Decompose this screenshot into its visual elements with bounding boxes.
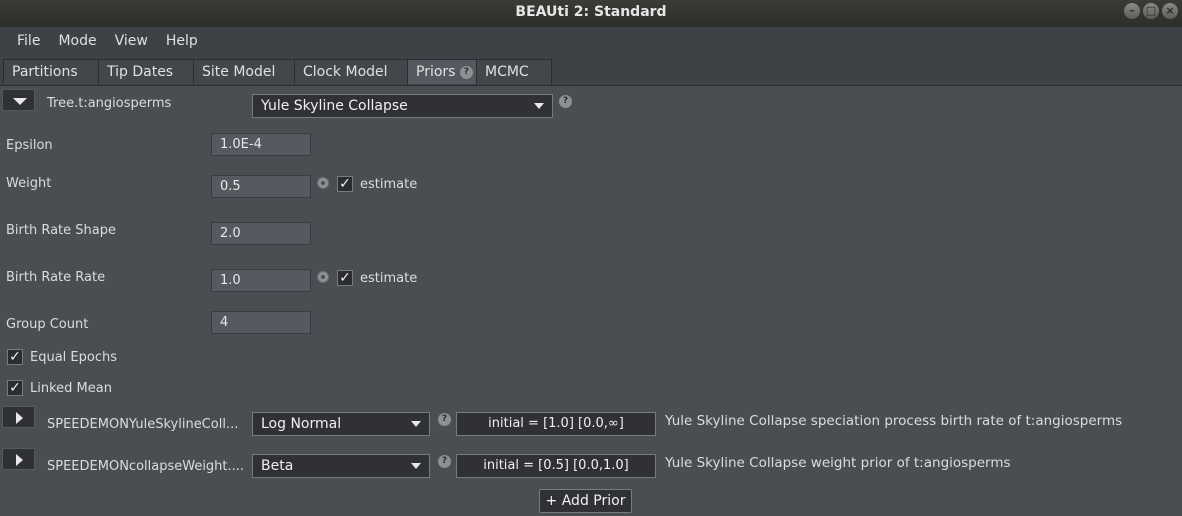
add-prior-button[interactable]: + Add Prior	[539, 489, 632, 513]
chevron-down-icon	[411, 463, 421, 469]
collapse-tree-button[interactable]	[2, 89, 35, 111]
prior-name: SPEEDEMONcollapseWeight....	[47, 459, 245, 474]
prior-distribution-select[interactable]: Beta	[252, 454, 430, 478]
prior-initial-button[interactable]: initial = [1.0] [0.0,∞]	[456, 412, 656, 436]
weight-estimate-checkbox[interactable]: ✓	[337, 176, 353, 192]
prior-description: Yule Skyline Collapse weight prior of t:…	[665, 455, 1011, 471]
prior-distribution-value: Log Normal	[261, 416, 342, 432]
equal-epochs-checkbox[interactable]: ✓	[7, 349, 23, 365]
linked-mean-checkbox[interactable]: ✓	[7, 380, 23, 396]
estimate-label: estimate	[360, 177, 418, 192]
linked-mean-label: Linked Mean	[30, 381, 112, 396]
birth-rate-rate-input[interactable]: 1.0	[211, 269, 311, 292]
minimize-icon[interactable]: –	[1124, 3, 1140, 19]
window-controls: – □ ×	[1124, 3, 1178, 19]
birth-rate-shape-input[interactable]: 2.0	[211, 222, 311, 245]
help-icon[interactable]: ?	[459, 65, 473, 79]
prior-initial-button[interactable]: initial = [0.5] [0.0,1.0]	[456, 454, 656, 478]
tab-label: MCMC	[485, 64, 529, 80]
triangle-right-icon	[16, 412, 23, 424]
edit-options-icon[interactable]	[317, 177, 329, 189]
window-titlebar: BEAUti 2: Standard – □ ×	[0, 0, 1182, 27]
prior-distribution-select[interactable]: Log Normal	[252, 412, 430, 436]
help-icon[interactable]: ?	[438, 413, 451, 426]
tab-label: Clock Model	[303, 64, 388, 80]
triangle-down-icon	[13, 98, 27, 105]
tab-label: Site Model	[202, 64, 276, 80]
menu-file[interactable]: File	[0, 33, 49, 49]
help-icon[interactable]: ?	[438, 455, 451, 468]
tab-label: Priors	[416, 64, 456, 80]
epsilon-input[interactable]: 1.0E-4	[211, 133, 311, 156]
group-count-input[interactable]: 4	[211, 311, 311, 334]
weight-label: Weight	[6, 176, 52, 191]
estimate-label: estimate	[360, 271, 418, 286]
epsilon-label: Epsilon	[6, 138, 53, 153]
tab-partitions[interactable]: Partitions	[3, 59, 99, 84]
edit-options-icon[interactable]	[317, 271, 329, 283]
window-title: BEAUti 2: Standard	[515, 4, 667, 20]
tree-prior-value: Yule Skyline Collapse	[261, 98, 408, 114]
menu-view[interactable]: View	[106, 33, 157, 49]
birth-rate-rate-label: Birth Rate Rate	[6, 270, 106, 285]
tree-prior-select[interactable]: Yule Skyline Collapse	[252, 94, 553, 118]
prior-distribution-value: Beta	[261, 458, 294, 474]
menu-bar: File Mode View Help	[0, 27, 1182, 55]
tree-label: Tree.t:angiosperms	[47, 96, 172, 111]
birth-rate-estimate-checkbox[interactable]: ✓	[337, 270, 353, 286]
tab-bar: Partitions Tip Dates Site Model Clock Mo…	[0, 55, 1182, 86]
chevron-down-icon	[534, 103, 544, 109]
triangle-right-icon	[16, 454, 23, 466]
expand-prior-button[interactable]	[2, 406, 35, 428]
group-count-label: Group Count	[6, 317, 89, 332]
chevron-down-icon	[411, 421, 421, 427]
close-icon[interactable]: ×	[1162, 3, 1178, 19]
tab-priors[interactable]: Priors ?	[407, 59, 477, 84]
equal-epochs-label: Equal Epochs	[30, 350, 117, 365]
tab-label: Tip Dates	[107, 64, 174, 80]
menu-help[interactable]: Help	[157, 33, 207, 49]
tab-label: Partitions	[12, 64, 78, 80]
prior-description: Yule Skyline Collapse speciation process…	[665, 413, 1123, 429]
tab-tip-dates[interactable]: Tip Dates	[98, 59, 194, 84]
maximize-icon[interactable]: □	[1143, 3, 1159, 19]
menu-mode[interactable]: Mode	[49, 33, 105, 49]
birth-rate-shape-label: Birth Rate Shape	[6, 223, 116, 238]
weight-input[interactable]: 0.5	[211, 175, 311, 198]
tab-site-model[interactable]: Site Model	[193, 59, 295, 84]
expand-prior-button[interactable]	[2, 448, 35, 470]
prior-name: SPEEDEMONYuleSkylineColl...	[47, 417, 239, 432]
tab-clock-model[interactable]: Clock Model	[294, 59, 408, 84]
tab-mcmc[interactable]: MCMC	[476, 59, 552, 84]
help-icon[interactable]: ?	[559, 95, 572, 108]
